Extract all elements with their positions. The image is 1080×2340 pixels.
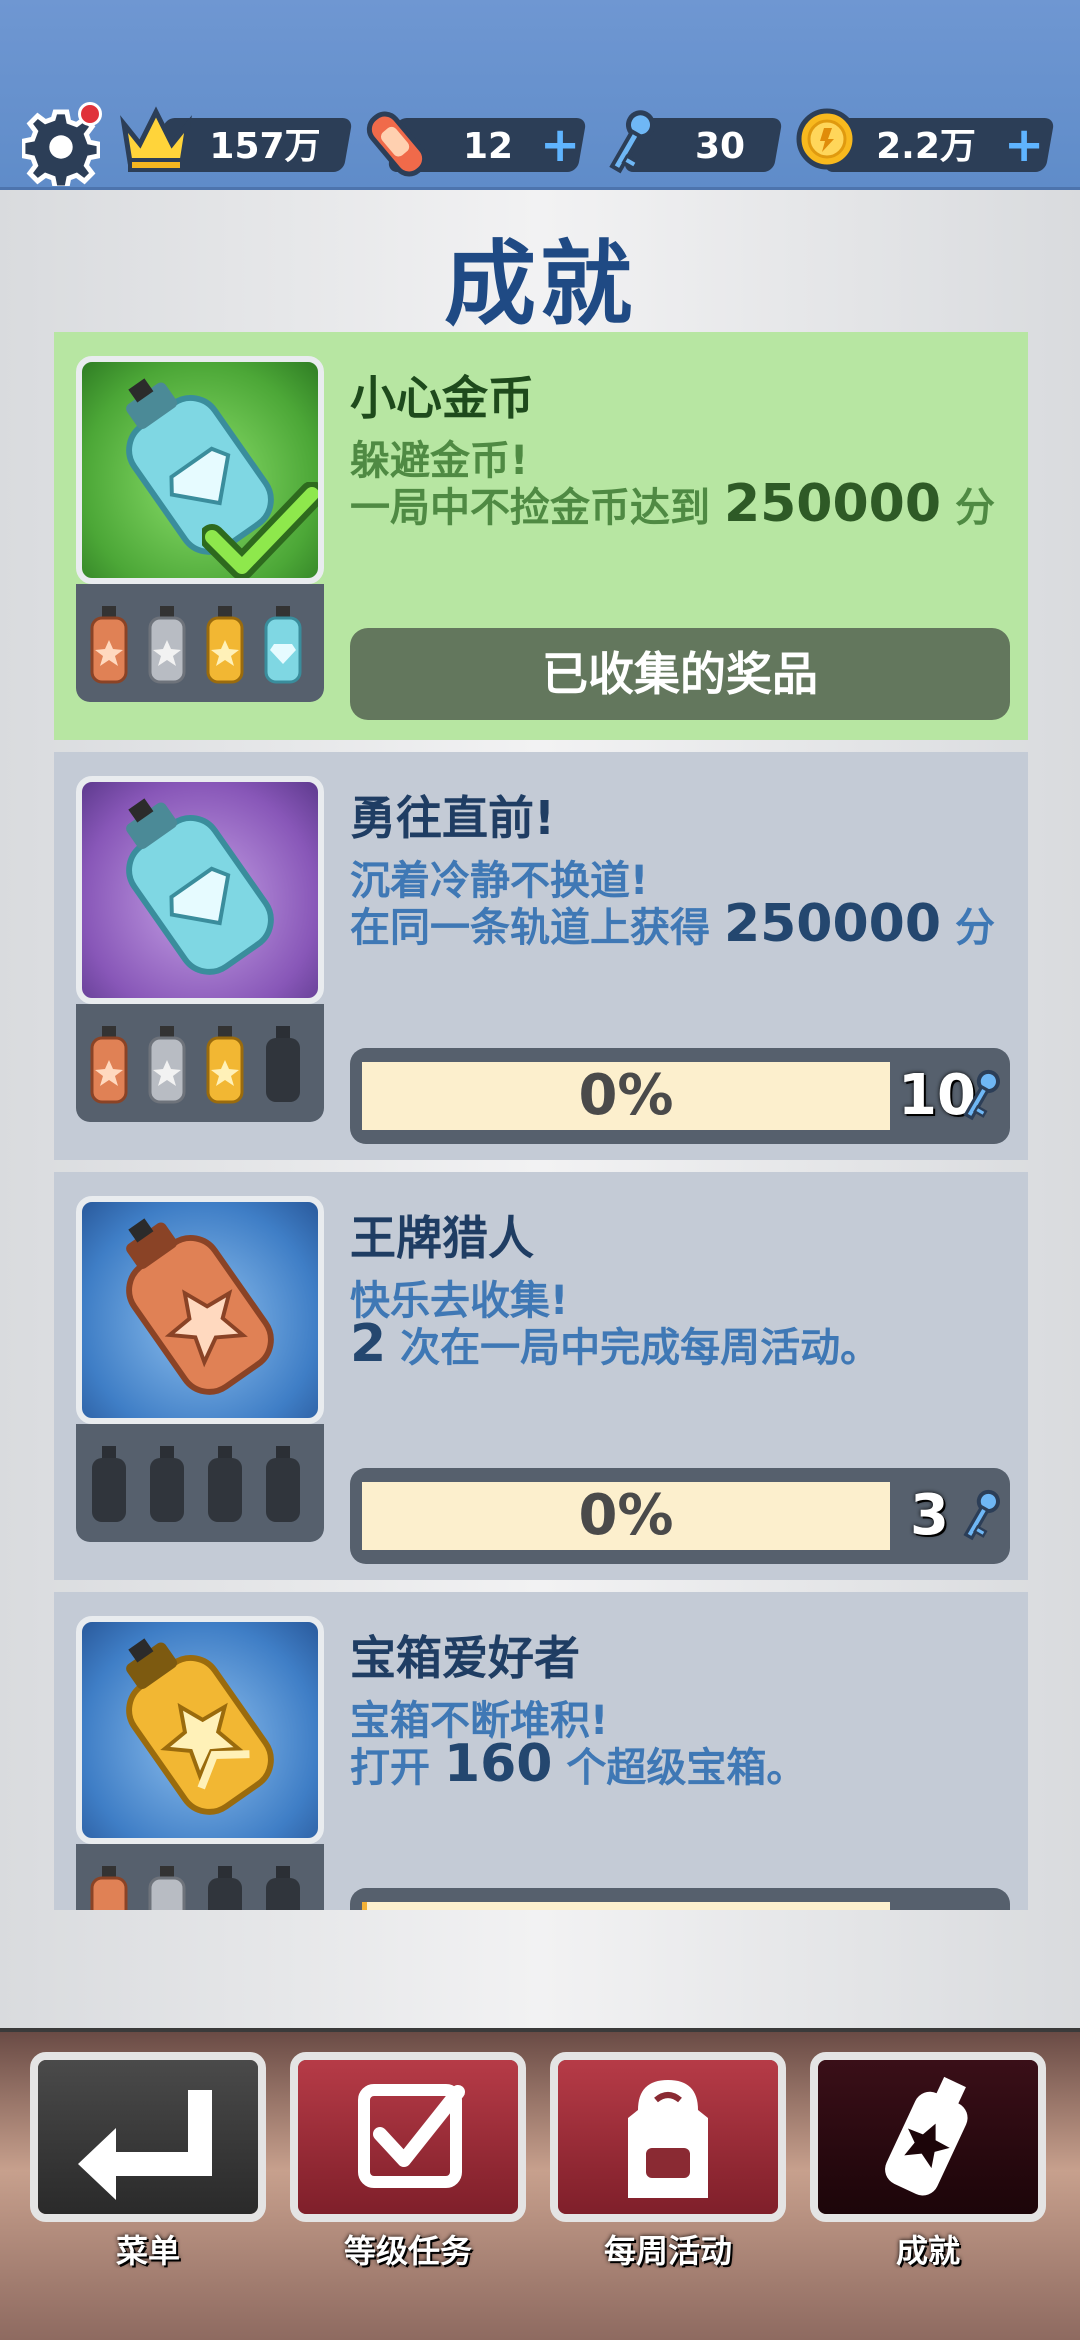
progress-percent: 0% (578, 1483, 674, 1548)
collected-reward-button[interactable]: 已收集的奖品 (350, 628, 1010, 720)
menu-button[interactable] (30, 2052, 266, 2222)
keys-value: 30 (694, 126, 746, 167)
progress-percent: 0% (362, 1902, 890, 1910)
key-icon (963, 1069, 1000, 1121)
desc-number: 250000 (723, 894, 942, 954)
desc-suffix: 次在一局中完成每周活动。 (400, 1325, 881, 1371)
progress-panel: 0% 10 (350, 1048, 1010, 1144)
progress-panel: 0% (350, 1888, 1010, 1910)
desc-prefix: 一局中不捡金币达到 (350, 485, 710, 531)
achievement-card-careful-coins: 小心金币 躲避金币! 一局中不捡金币达到 250000 分 已收集的奖品 (54, 332, 1028, 740)
score-value: 157万 (209, 126, 321, 167)
achievements-label: 成就 (895, 2232, 960, 2270)
achievement-icon-frame (76, 1616, 324, 1844)
add-boards-button[interactable]: + (540, 121, 580, 169)
locked-can-icon (208, 1446, 242, 1522)
locked-can-icon (92, 1446, 126, 1522)
gold-can-icon (206, 606, 244, 684)
achievement-description: 一局中不捡金币达到 250000 分 (350, 474, 995, 534)
page-title: 成就 (443, 231, 636, 338)
achievement-icon-frame (76, 356, 324, 584)
achievement-list[interactable]: 小心金币 躲避金币! 一局中不捡金币达到 250000 分 已收集的奖品 勇往直… (54, 332, 1028, 1910)
silver-can-icon (148, 1866, 186, 1910)
bronze-can-icon (90, 1866, 128, 1910)
achievement-description: 打开 160 个超级宝箱。 (350, 1734, 806, 1794)
coins-value: 2.2万 (876, 126, 976, 167)
achievement-title: 王牌猎人 (350, 1211, 534, 1265)
achievements-button-face (818, 2060, 1038, 2214)
checkmark-icon (202, 482, 318, 578)
level-tasks-button-face (298, 2060, 518, 2214)
achievement-card-chest-lover: 宝箱爱好者 宝箱不断堆积! 打开 160 个超级宝箱。 0% (54, 1592, 1028, 1910)
tier-tray (76, 1424, 324, 1542)
achievement-title: 宝箱爱好者 (350, 1631, 580, 1685)
achievement-icon-frame (76, 1196, 324, 1424)
tier-tray (76, 584, 324, 702)
achievement-description: 2 次在一局中完成每周活动。 (350, 1314, 880, 1374)
achievement-description: 在同一条轨道上获得 250000 分 (350, 894, 995, 954)
spray-can-icon (885, 2076, 968, 2196)
tier-tray (76, 1844, 324, 1910)
reward-keys-count: 3 (910, 1483, 949, 1548)
bronze-can-icon (90, 1026, 128, 1104)
key-icon (609, 110, 655, 174)
boards-value: 12 (462, 126, 514, 167)
achievement-title: 勇往直前! (350, 791, 555, 845)
return-arrow-icon (78, 2090, 212, 2200)
silver-can-icon (148, 1026, 186, 1104)
desc-suffix: 分 (954, 485, 995, 531)
locked-can-icon (208, 1866, 242, 1910)
desc-prefix: 打开 (350, 1745, 430, 1791)
progress-percent: 0% (578, 1063, 674, 1128)
desc-suffix: 个超级宝箱。 (566, 1745, 807, 1791)
menu-button-face (38, 2060, 258, 2214)
locked-can-icon (266, 1446, 300, 1522)
checkbox-icon (358, 2084, 465, 2188)
achievement-title: 小心金币 (350, 371, 534, 425)
hoverboard-icon (366, 111, 428, 177)
desc-suffix: 分 (954, 905, 995, 951)
notification-dot (78, 102, 102, 126)
locked-can-icon (266, 1866, 300, 1910)
crown-icon (120, 106, 192, 172)
locked-can-icon (266, 1026, 300, 1102)
key-icon (963, 1489, 1000, 1541)
coin-icon (796, 108, 858, 170)
gold-can-icon (206, 1026, 244, 1104)
achievement-card-ace-hunter: 王牌猎人 快乐去收集! 2 次在一局中完成每周活动。 0% 3 (54, 1172, 1028, 1580)
diamond-spray-can-icon (126, 798, 274, 975)
achievement-icon-frame (76, 776, 324, 1004)
add-coins-button[interactable]: + (1004, 121, 1044, 169)
locked-can-icon (150, 1446, 184, 1522)
progress-panel: 0% 3 (350, 1468, 1010, 1564)
diamond-can-icon (264, 606, 302, 684)
level-tasks-button[interactable] (290, 2052, 526, 2222)
weekly-events-label: 每周活动 (603, 2232, 732, 2270)
desc-number: 160 (443, 1734, 553, 1794)
achievements-button[interactable] (810, 2052, 1046, 2222)
desc-prefix: 在同一条轨道上获得 (350, 905, 710, 951)
desc-number: 250000 (723, 474, 942, 534)
bronze-spray-can-icon (126, 1218, 274, 1395)
backpack-icon (628, 2080, 708, 2198)
achievement-card-straight-ahead: 勇往直前! 沉着冷静不换道! 在同一条轨道上获得 250000 分 0% 10 (54, 752, 1028, 1160)
weekly-events-button-face (558, 2060, 778, 2214)
tier-tray (76, 1004, 324, 1122)
gold-spray-can-icon (126, 1638, 274, 1815)
silver-can-icon (148, 606, 186, 684)
desc-number: 2 (350, 1314, 387, 1374)
weekly-events-button[interactable] (550, 2052, 786, 2222)
bronze-can-icon (90, 606, 128, 684)
menu-label: 菜单 (115, 2232, 180, 2270)
level-tasks-label: 等级任务 (343, 2232, 472, 2270)
